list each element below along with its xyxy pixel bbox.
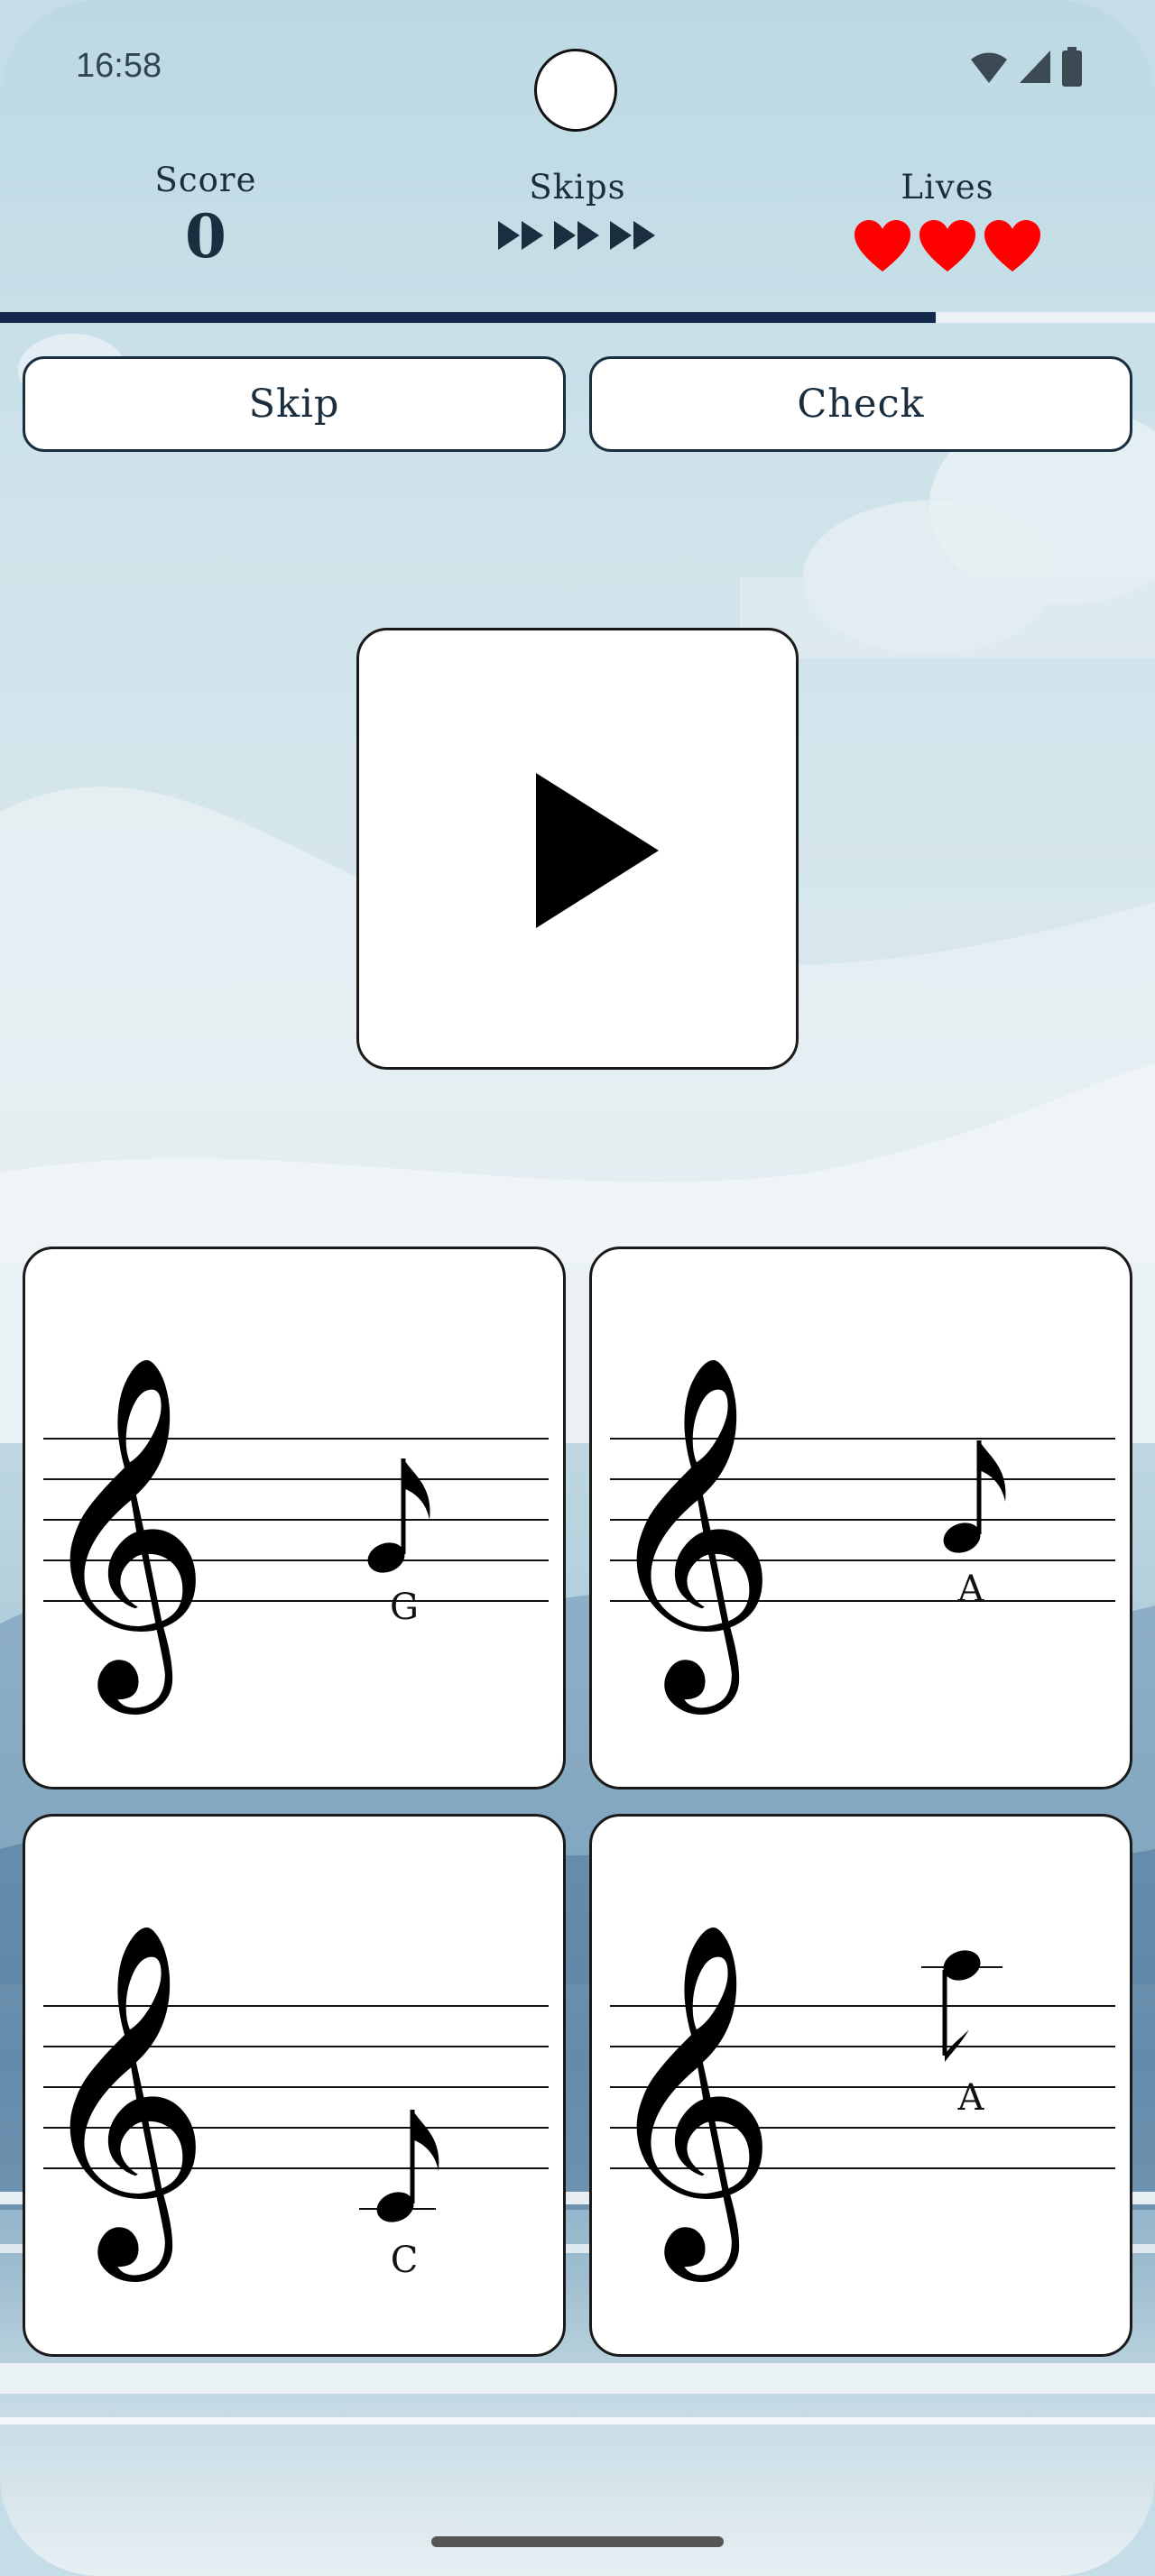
treble-clef-icon: 𝄞 [601, 1352, 777, 1716]
check-button[interactable]: Check [589, 356, 1132, 452]
fast-forward-icon [554, 221, 599, 250]
note-label: A [957, 1569, 985, 1610]
eighth-note-icon [921, 1950, 1003, 2062]
treble-clef-icon: 𝄞 [601, 1919, 777, 2284]
staff-notation: 𝄞 A [601, 1352, 1115, 1716]
lives-label: Lives [901, 168, 994, 207]
wifi-icon [971, 52, 1007, 83]
choice-card-1[interactable]: 𝄞 G [23, 1247, 566, 1789]
home-indicator[interactable] [431, 2536, 724, 2547]
cell-signal-icon [1020, 51, 1050, 83]
score-stat: Score 0 [116, 161, 296, 271]
skip-button[interactable]: Skip [23, 356, 566, 452]
eighth-note-icon [943, 1440, 1006, 1553]
choice-card-3[interactable]: 𝄞 C [23, 1814, 566, 2357]
status-icons [969, 47, 1083, 87]
fast-forward-icon [498, 221, 543, 250]
play-button[interactable] [356, 628, 799, 1070]
fast-forward-icon [610, 221, 655, 250]
play-icon [536, 773, 659, 928]
camera-cutout [534, 49, 617, 132]
note-label: A [957, 2077, 985, 2119]
skips-stat: Skips [442, 168, 713, 252]
heart-icon [984, 220, 1040, 271]
lives-stat: Lives [812, 168, 1083, 273]
skips-indicator [442, 219, 713, 252]
status-time: 16:58 [76, 47, 162, 85]
choice-card-2[interactable]: 𝄞 A [589, 1247, 1132, 1789]
treble-clef-icon: 𝄞 [34, 1919, 210, 2284]
heart-icon [919, 220, 975, 271]
lives-indicator [812, 219, 1083, 273]
note-label: C [391, 2240, 419, 2281]
staff-notation: 𝄞 C [34, 1919, 549, 2284]
app-screen: 16:58 Score 0 Skips Lives Skip Check 𝄞 G… [0, 0, 1155, 2576]
score-value: 0 [185, 201, 226, 271]
treble-clef-icon: 𝄞 [34, 1352, 210, 1716]
battery-icon [1062, 47, 1082, 87]
skips-label: Skips [529, 168, 626, 207]
staff-notation: 𝄞 A [601, 1919, 1115, 2284]
progress-fill [0, 312, 936, 323]
status-bar: 16:58 [0, 0, 1155, 135]
staff-notation: 𝄞 G [34, 1352, 549, 1716]
heart-icon [855, 220, 910, 271]
choice-card-4[interactable]: 𝄞 A [589, 1814, 1132, 2357]
score-label: Score [154, 161, 257, 199]
note-label: G [390, 1587, 419, 1628]
progress-bar [0, 312, 1155, 323]
